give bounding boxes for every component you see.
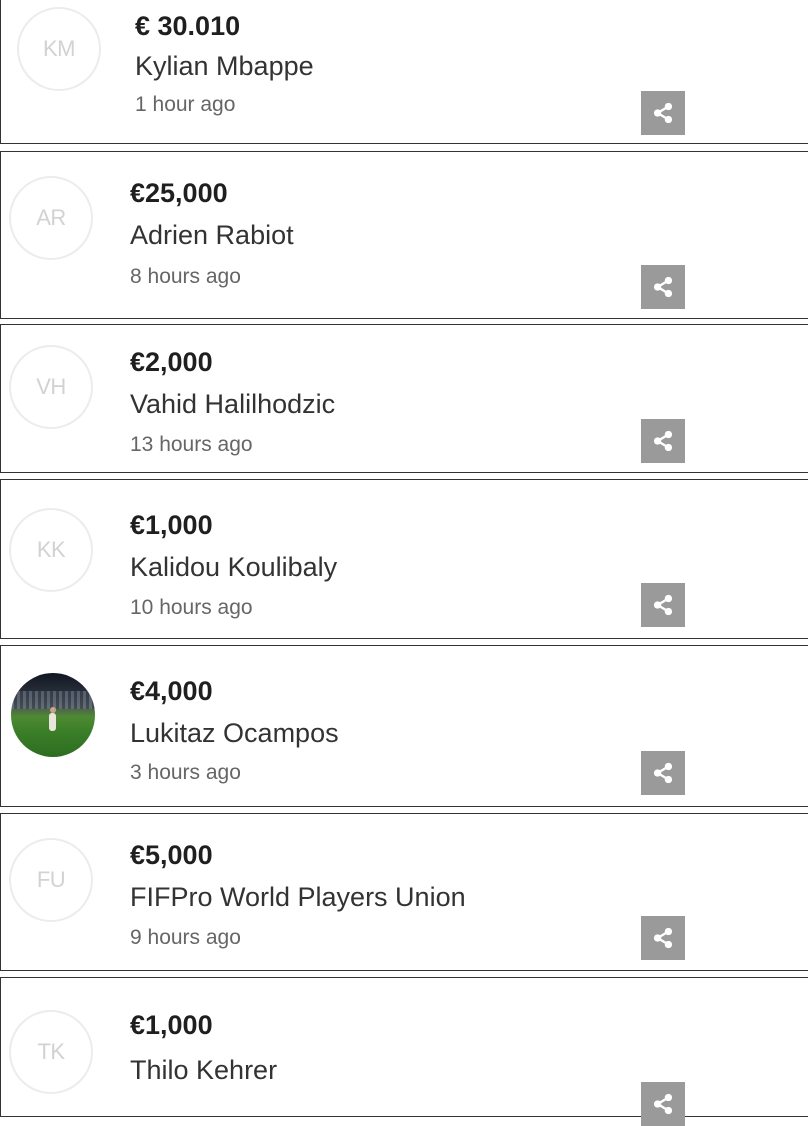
donation-amount: €25,000	[130, 178, 228, 208]
donation-amount: €4,000	[130, 676, 213, 706]
donor-name: Adrien Rabiot	[130, 220, 294, 250]
avatar-initials: KK	[36, 537, 66, 562]
donation-list: KM € 30.010 Kylian Mbappe 1 hour ago AR …	[0, 0, 810, 1126]
share-icon	[653, 276, 673, 298]
share-icon	[653, 430, 673, 452]
donor-name: Kylian Mbappe	[135, 51, 314, 81]
share-button[interactable]	[641, 916, 685, 960]
donation-time: 9 hours ago	[130, 926, 241, 949]
avatar: FU	[9, 838, 93, 922]
donation-card: €4,000 Lukitaz Ocampos 3 hours ago	[0, 645, 808, 807]
share-icon	[653, 1093, 673, 1115]
share-button[interactable]	[641, 265, 685, 309]
avatar: TK	[9, 1010, 93, 1094]
share-button[interactable]	[641, 1082, 685, 1126]
avatar-photo	[11, 673, 95, 757]
donation-amount: €2,000	[130, 347, 213, 377]
share-icon	[653, 594, 673, 616]
share-button[interactable]	[641, 91, 685, 135]
donation-time: 10 hours ago	[130, 596, 253, 619]
donation-amount: € 30.010	[135, 11, 241, 41]
donation-card: AR €25,000 Adrien Rabiot 8 hours ago	[0, 151, 808, 319]
donation-time: 8 hours ago	[130, 265, 241, 288]
avatar-initials: AR	[36, 205, 66, 230]
avatar: VH	[9, 345, 93, 429]
avatar-initials: FU	[36, 867, 66, 892]
donation-card: FU €5,000 FIFPro World Players Union 9 h…	[0, 813, 808, 971]
avatar: AR	[9, 176, 93, 260]
donation-amount: €5,000	[130, 840, 213, 870]
share-icon	[653, 102, 673, 124]
donation-time: 13 hours ago	[130, 433, 253, 456]
avatar-initials: VH	[36, 374, 66, 399]
avatar-initials: TK	[37, 1039, 65, 1064]
avatar-initials: KM	[43, 36, 76, 61]
donation-card: VH €2,000 Vahid Halilhodzic 13 hours ago	[0, 324, 808, 473]
donor-name: Thilo Kehrer	[130, 1055, 278, 1085]
avatar: KM	[17, 7, 101, 91]
donor-name: Lukitaz Ocampos	[130, 718, 339, 748]
donor-name: FIFPro World Players Union	[130, 882, 466, 912]
share-icon	[653, 762, 673, 784]
player-figure	[49, 713, 56, 731]
donation-amount: €1,000	[130, 510, 213, 540]
donation-card: KM € 30.010 Kylian Mbappe 1 hour ago	[0, 0, 808, 144]
donor-name: Kalidou Koulibaly	[130, 552, 338, 582]
avatar: KK	[9, 508, 93, 592]
donation-card: KK €1,000 Kalidou Koulibaly 10 hours ago	[0, 479, 808, 639]
donation-card: TK €1,000 Thilo Kehrer	[0, 977, 808, 1126]
donation-time: 3 hours ago	[130, 761, 241, 784]
share-icon	[653, 927, 673, 949]
donor-name: Vahid Halilhodzic	[130, 389, 336, 419]
share-button[interactable]	[641, 583, 685, 627]
donation-amount: €1,000	[130, 1010, 213, 1040]
share-button[interactable]	[641, 751, 685, 795]
share-button[interactable]	[641, 419, 685, 463]
donation-time: 1 hour ago	[135, 93, 236, 116]
